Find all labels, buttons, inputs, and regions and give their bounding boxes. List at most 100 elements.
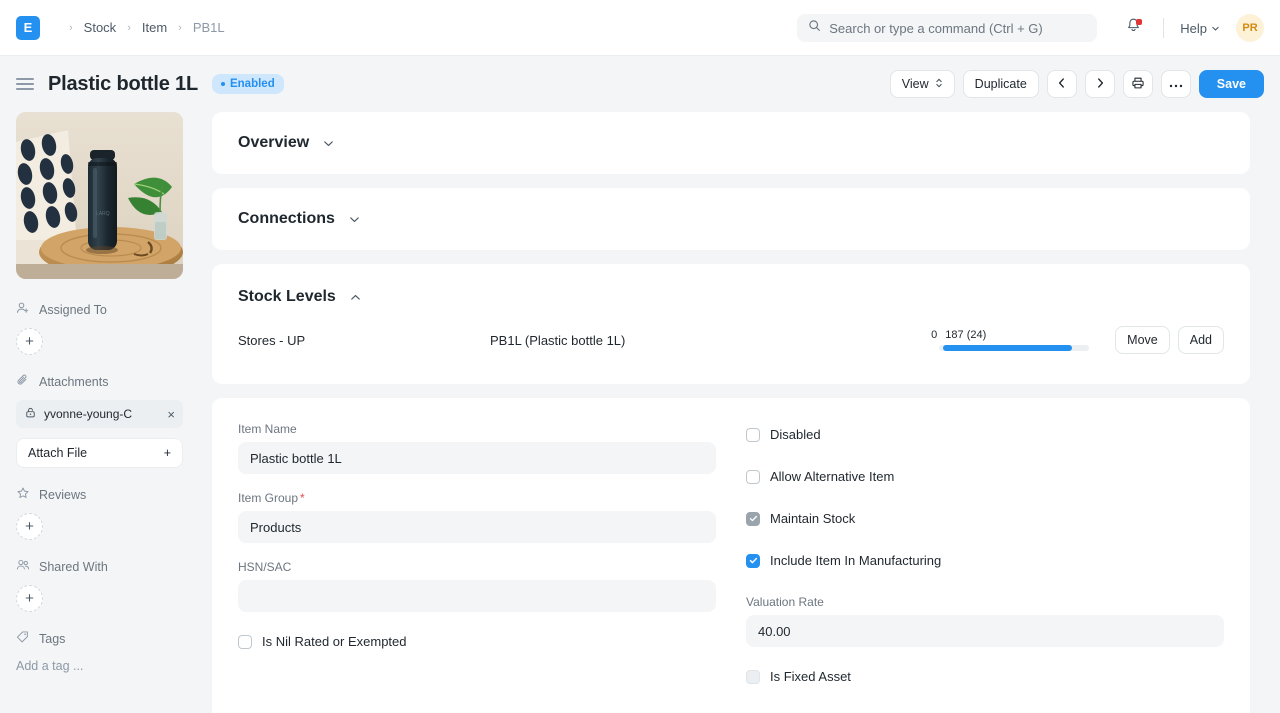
search-box[interactable] (797, 14, 1097, 42)
form-sidebar: LARQ Assigned To + (0, 112, 198, 713)
breadcrumb-item-item[interactable]: Item (140, 18, 169, 37)
allow-alternative-item-checkbox[interactable] (746, 470, 760, 484)
allow-alternative-item-label: Allow Alternative Item (770, 469, 894, 484)
item-name-label: Item Name (238, 422, 716, 436)
add-review-button[interactable]: + (16, 513, 43, 540)
hsn-sac-input[interactable] (238, 580, 716, 612)
previous-record-button[interactable] (1047, 70, 1077, 98)
view-button[interactable]: View (890, 70, 955, 98)
ellipsis-icon (1169, 77, 1183, 91)
field-is-nil-rated[interactable]: Is Nil Rated or Exempted (238, 634, 716, 649)
page-title: Plastic bottle 1L (48, 73, 198, 96)
assigned-to-label: Assigned To (39, 303, 107, 317)
reviews-header: Reviews (16, 486, 182, 503)
stock-level-row: Stores - UP PB1L (Plastic bottle 1L) 0 1… (212, 306, 1250, 384)
assigned-to-header: Assigned To (16, 301, 182, 318)
section-overview-title: Overview (238, 134, 309, 152)
chevron-up-down-icon (935, 77, 943, 92)
next-record-button[interactable] (1085, 70, 1115, 98)
duplicate-button[interactable]: Duplicate (963, 70, 1039, 98)
section-connections-title: Connections (238, 210, 335, 228)
add-share-button[interactable]: + (16, 585, 43, 612)
disabled-checkbox[interactable] (746, 428, 760, 442)
item-details-form: Item Name Item Group* HSN/SAC Is Nil Rat… (212, 398, 1250, 713)
item-image-thumbnail[interactable]: LARQ (16, 112, 183, 279)
sidebar-toggle-icon[interactable] (16, 75, 34, 93)
add-tag-input[interactable]: Add a tag ... (16, 657, 182, 673)
add-stock-button[interactable]: Add (1178, 326, 1224, 354)
breadcrumb-item-stock[interactable]: Stock (82, 18, 119, 37)
maintain-stock-checkbox (746, 512, 760, 526)
stock-bar-labels: 0 187 (24) (921, 329, 1099, 341)
disabled-label: Disabled (770, 427, 821, 442)
status-badge: Enabled (212, 74, 284, 94)
stock-row-actions: Move Add (1115, 326, 1224, 354)
remove-attachment-icon[interactable]: × (167, 407, 175, 422)
user-avatar[interactable]: PR (1236, 14, 1264, 42)
move-stock-button[interactable]: Move (1115, 326, 1170, 354)
lock-icon (24, 406, 37, 422)
field-include-item-in-manufacturing[interactable]: Include Item In Manufacturing (746, 553, 1224, 568)
users-icon (16, 558, 30, 575)
required-asterisk: * (300, 491, 305, 505)
assign-user-icon (16, 301, 30, 318)
item-group-input[interactable] (238, 511, 716, 543)
sidebar-section-tags: Tags Add a tag ... (16, 630, 182, 673)
notifications-button[interactable] (1119, 14, 1147, 42)
tags-header: Tags (16, 630, 182, 647)
is-nil-rated-label: Is Nil Rated or Exempted (262, 634, 407, 649)
paperclip-icon (16, 373, 30, 390)
shared-with-header: Shared With (16, 558, 182, 575)
attachments-label: Attachments (39, 375, 108, 389)
stock-bar-min-label: 0 (931, 329, 937, 341)
field-item-name: Item Name (238, 422, 716, 474)
status-dot-icon (221, 82, 225, 86)
sidebar-section-reviews: Reviews + (16, 486, 182, 540)
chevron-left-icon (1057, 77, 1067, 92)
form-column-left: Item Name Item Group* HSN/SAC Is Nil Rat… (238, 422, 716, 711)
valuation-rate-label: Valuation Rate (746, 595, 1224, 609)
item-group-label-text: Item Group (238, 491, 298, 505)
attach-file-button[interactable]: Attach File + (16, 438, 183, 468)
help-menu[interactable]: Help (1180, 21, 1220, 36)
stock-quantity-bar: 0 187 (24) (921, 329, 1099, 351)
section-overview-header[interactable]: Overview (212, 112, 1250, 174)
section-stock-levels-header[interactable]: Stock Levels (212, 264, 1250, 306)
attachment-filename: yvonne-young-C (44, 407, 160, 421)
breadcrumb-separator: › (127, 22, 131, 34)
stock-warehouse: Stores - UP (238, 333, 490, 348)
chevron-down-icon (348, 213, 361, 226)
search-input[interactable] (829, 21, 1086, 36)
include-item-in-manufacturing-checkbox[interactable] (746, 554, 760, 568)
field-allow-alternative-item[interactable]: Allow Alternative Item (746, 469, 1224, 484)
attachment-item[interactable]: yvonne-young-C × (16, 400, 183, 428)
print-button[interactable] (1123, 70, 1153, 98)
plus-icon: + (164, 446, 171, 460)
save-button[interactable]: Save (1199, 70, 1264, 98)
erpnext-logo[interactable]: E (16, 16, 40, 40)
chevron-down-icon (1211, 21, 1220, 36)
field-hsn-sac: HSN/SAC (238, 560, 716, 612)
is-nil-rated-checkbox[interactable] (238, 635, 252, 649)
reviews-label: Reviews (39, 488, 86, 502)
page-header-actions: View Duplicate (890, 56, 1264, 112)
section-connections: Connections (212, 188, 1250, 250)
tag-icon (16, 630, 30, 647)
star-icon (16, 486, 30, 503)
field-disabled[interactable]: Disabled (746, 427, 1224, 442)
chevron-right-icon (1095, 77, 1105, 92)
chevron-up-icon (349, 291, 362, 304)
chevron-down-icon (322, 137, 335, 150)
item-name-input[interactable] (238, 442, 716, 474)
add-assignment-button[interactable]: + (16, 328, 43, 355)
printer-icon (1131, 76, 1145, 93)
breadcrumb-separator: › (69, 22, 73, 34)
valuation-rate-input[interactable] (746, 615, 1224, 647)
more-actions-button[interactable] (1161, 70, 1191, 98)
page-body: LARQ Assigned To + (0, 112, 1280, 713)
is-fixed-asset-label: Is Fixed Asset (770, 669, 851, 684)
search-icon (808, 19, 821, 37)
section-connections-header[interactable]: Connections (212, 188, 1250, 250)
sidebar-section-shared-with: Shared With + (16, 558, 182, 612)
maintain-stock-label: Maintain Stock (770, 511, 855, 526)
